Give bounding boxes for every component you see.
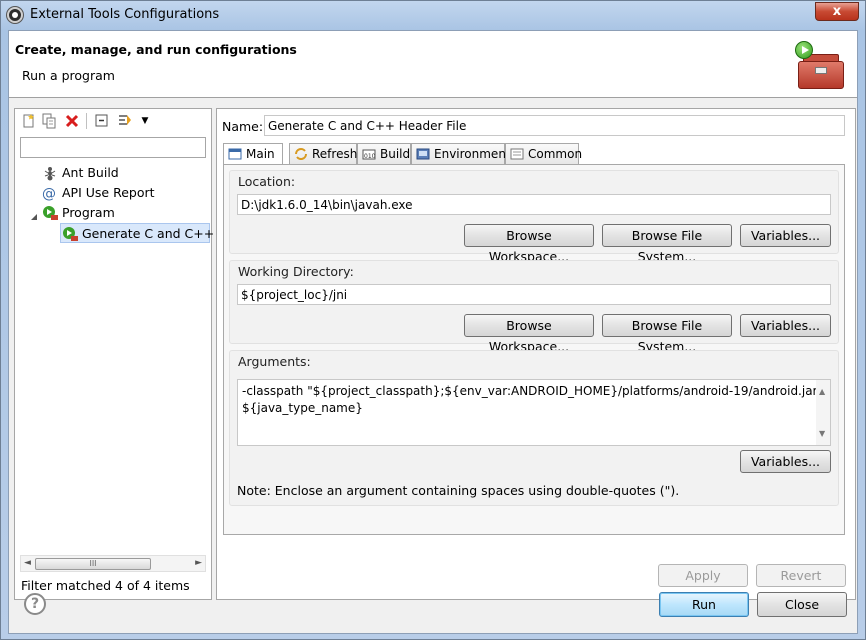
apply-button[interactable]: Apply	[658, 564, 748, 587]
tree-item-generate-c-and-cpp[interactable]: Generate C and C++	[60, 223, 214, 243]
arguments-label: Arguments:	[238, 354, 311, 369]
api-report-icon: @	[42, 185, 58, 202]
arguments-scrollbar[interactable]: ▲ ▼	[816, 380, 830, 445]
workdir-browse-file-system-button[interactable]: Browse File System...	[602, 314, 732, 354]
collapse-all-icon[interactable]	[94, 113, 110, 129]
working-directory-group: Working Directory: Browse Workspace... B…	[229, 260, 839, 354]
arguments-note: Note: Enclose an argument containing spa…	[237, 483, 680, 498]
tree-item-ant-build[interactable]: Ant Build	[42, 163, 119, 183]
location-label: Location:	[238, 174, 296, 189]
scroll-up-icon[interactable]: ▲	[819, 383, 825, 400]
view-menu-icon[interactable]: ▼	[137, 113, 153, 129]
location-input[interactable]	[237, 194, 831, 215]
eclipse-icon	[7, 7, 23, 23]
program-icon	[42, 205, 58, 221]
common-icon	[510, 147, 524, 161]
help-icon[interactable]: ?	[24, 593, 46, 615]
window-title: External Tools Configurations	[30, 7, 220, 22]
window-close-button[interactable]: x	[815, 2, 859, 21]
tab-build[interactable]: 010 Build	[357, 143, 411, 165]
tab-refresh[interactable]: Refresh	[289, 143, 357, 165]
environment-icon	[416, 147, 430, 161]
arguments-group: Arguments: -classpath "${project_classpa…	[229, 350, 839, 506]
name-input[interactable]	[264, 115, 845, 136]
duplicate-icon[interactable]	[41, 113, 57, 129]
location-group: Location: Browse Workspace... Browse Fil…	[229, 170, 839, 264]
tree-item-api-use-report[interactable]: @ API Use Report	[42, 183, 155, 203]
new-configuration-icon[interactable]	[21, 113, 37, 129]
refresh-icon	[294, 147, 308, 161]
working-directory-input[interactable]	[237, 284, 831, 305]
close-button[interactable]: Close	[757, 592, 847, 617]
arguments-line-2: ${java_type_name}	[242, 401, 363, 415]
workdir-browse-workspace-button[interactable]: Browse Workspace...	[464, 314, 594, 354]
main-tab-panel: Location: Browse Workspace... Browse Fil…	[223, 164, 845, 535]
main-tab-icon	[228, 147, 242, 161]
dialog-window: External Tools Configurations x Create, …	[0, 0, 866, 640]
arguments-variables-button[interactable]: Variables...	[740, 450, 831, 473]
revert-button[interactable]: Revert	[756, 564, 846, 587]
tab-main[interactable]: Main	[223, 143, 283, 166]
program-config-icon	[62, 226, 78, 242]
tab-common[interactable]: Common	[505, 143, 582, 165]
location-browse-file-system-button[interactable]: Browse File System...	[602, 224, 732, 264]
name-label: Name:	[222, 119, 264, 134]
scroll-thumb[interactable]: III	[35, 558, 151, 570]
run-button[interactable]: Run	[659, 592, 749, 617]
tree-horizontal-scrollbar[interactable]: ◄ III ►	[20, 555, 206, 572]
tree-item-program[interactable]: Program	[42, 203, 115, 223]
header-title: Create, manage, and run configurations	[15, 42, 297, 57]
scroll-down-icon[interactable]: ▼	[819, 425, 825, 442]
program-expander-icon[interactable]	[30, 210, 38, 224]
svg-text:010: 010	[364, 153, 376, 160]
filter-input[interactable]	[20, 137, 206, 158]
scroll-left-icon[interactable]: ◄	[24, 558, 31, 568]
arguments-textarea[interactable]: -classpath "${project_classpath};${env_v…	[237, 379, 831, 446]
build-icon: 010	[362, 147, 376, 161]
svg-text:@: @	[42, 186, 56, 201]
configurations-pane: ▼ Ant Build @ API Use Report Program Gen…	[14, 108, 214, 600]
configuration-editor: Name: Main Refresh 010 Build Environmen	[216, 108, 856, 600]
working-directory-label: Working Directory:	[238, 264, 354, 279]
dialog-header: Create, manage, and run configurations R…	[9, 31, 857, 98]
filter-icon[interactable]	[117, 113, 133, 129]
title-bar[interactable]: External Tools Configurations x	[1, 1, 865, 30]
ant-icon	[42, 165, 58, 181]
location-variables-button[interactable]: Variables...	[740, 224, 831, 247]
delete-icon[interactable]	[64, 113, 80, 129]
scroll-right-icon[interactable]: ►	[195, 558, 202, 568]
dialog-client: Create, manage, and run configurations R…	[8, 30, 858, 634]
header-subtitle: Run a program	[22, 68, 115, 83]
workdir-variables-button[interactable]: Variables...	[740, 314, 831, 337]
location-browse-workspace-button[interactable]: Browse Workspace...	[464, 224, 594, 264]
external-tools-toolbox-icon	[795, 41, 847, 91]
tab-environment[interactable]: Environment	[411, 143, 511, 165]
configurations-toolbar: ▼	[15, 109, 211, 133]
arguments-line-1: -classpath "${project_classpath};${env_v…	[242, 384, 824, 398]
filter-status: Filter matched 4 of 4 items	[21, 578, 190, 593]
